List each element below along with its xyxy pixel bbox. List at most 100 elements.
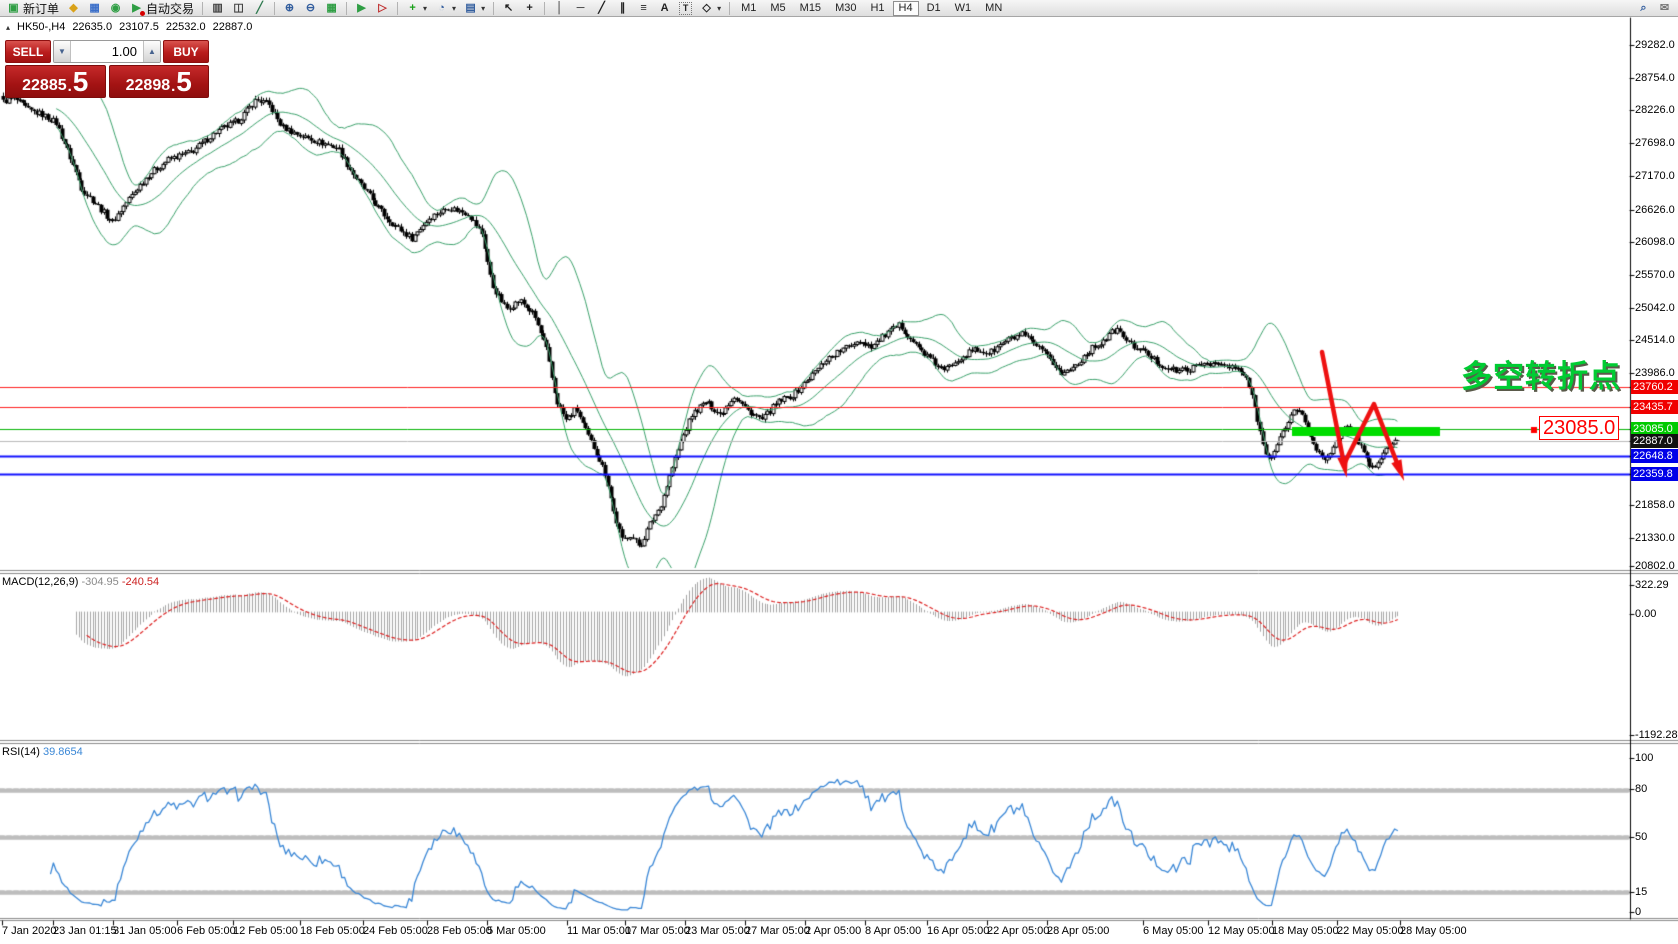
price-tick: 25042.0: [1635, 302, 1675, 314]
buy-price-dot: .: [171, 78, 176, 95]
periods-button[interactable]: ◔ ▾: [432, 1, 459, 16]
timeframe-M15-button[interactable]: M15: [794, 1, 827, 16]
time-tick-label: 18 Feb 05:00: [300, 925, 365, 937]
rsi-label: RSI(14) 39.8654: [2, 746, 83, 758]
price-tick: 27698.0: [1635, 137, 1675, 149]
chat-button[interactable]: ✉: [1655, 1, 1674, 16]
arrows-button[interactable]: ◇ ▾: [697, 1, 724, 16]
time-tick-label: 22 Apr 05:00: [987, 925, 1050, 937]
time-tick-label: 28 May 05:00: [1400, 925, 1467, 937]
volume-increase-button[interactable]: [143, 41, 160, 62]
templates-icon: ▤: [465, 1, 476, 14]
price-tick: 25570.0: [1635, 269, 1675, 281]
time-tick-label: 23 Jan 01:15: [53, 925, 117, 937]
timeframe-D1-button[interactable]: D1: [921, 1, 947, 16]
timeframe-H4-button[interactable]: H4: [892, 0, 919, 16]
price-level-label: 23435.7: [1631, 400, 1678, 414]
zoom-in-icon: ⊕: [284, 1, 295, 14]
timeframe-M1-button[interactable]: M1: [735, 1, 762, 16]
channel-button[interactable]: ∥: [613, 1, 632, 16]
timeframe-W1-button[interactable]: W1: [949, 1, 978, 16]
sell-price-int: 22885: [22, 77, 67, 94]
price-callout[interactable]: 23085.0: [1539, 416, 1620, 440]
price-tick: 322.29: [1635, 579, 1669, 591]
fibonacci-button[interactable]: ≡: [634, 1, 653, 16]
text-icon: A: [660, 1, 669, 14]
time-tick-label: 2 Apr 05:00: [805, 925, 862, 937]
tile-windows-button[interactable]: ▦: [322, 1, 341, 16]
buy-button[interactable]: BUY: [163, 40, 209, 63]
metaeditor-button[interactable]: ◆: [64, 1, 83, 16]
price-tick: 28754.0: [1635, 72, 1675, 84]
autotrading-button[interactable]: ▶ 自动交易: [127, 1, 197, 16]
price-tick: 26626.0: [1635, 204, 1675, 216]
trendline-button[interactable]: ╱: [592, 1, 611, 16]
price-level-label: 23760.2: [1631, 380, 1678, 394]
price-tick: 80: [1635, 783, 1648, 795]
bars-chart-button[interactable]: ▥: [208, 1, 227, 16]
vertical-line-button[interactable]: │: [550, 1, 569, 16]
price-chart-canvas[interactable]: [0, 0, 1678, 944]
candlestick-chart-button[interactable]: ◫: [229, 1, 248, 16]
line-chart-icon: ╱: [256, 1, 263, 14]
timeframe-M30-button[interactable]: M30: [829, 1, 862, 16]
chart-shift-icon: ▷: [378, 1, 387, 14]
text-label-icon: T: [679, 1, 693, 15]
crosshair-button[interactable]: +: [520, 1, 539, 16]
ohlc-close: 22887.0: [212, 21, 253, 33]
buy-price[interactable]: 22898. 5: [108, 65, 209, 98]
sell-button[interactable]: SELL: [5, 40, 51, 63]
one-click-trading-panel: SELL BUY 22885.5 22898.5: [5, 40, 209, 98]
time-tick-label: 11 Mar 05:00: [567, 925, 632, 937]
price-tick: 21858.0: [1635, 499, 1675, 511]
sell-price[interactable]: 22885. 5: [5, 65, 106, 98]
terminal-button[interactable]: ▦: [85, 1, 104, 16]
sell-price-dot: .: [67, 78, 72, 95]
price-level-label: 22648.8: [1631, 449, 1678, 463]
time-tick-label: 12 May 05:00: [1208, 925, 1275, 937]
horizontal-line-button[interactable]: ─: [571, 1, 590, 16]
timeframe-MN-button[interactable]: MN: [979, 1, 1008, 16]
candlestick-chart-icon: ◫: [233, 1, 244, 14]
cursor-button[interactable]: ↖: [499, 1, 518, 16]
indicators-button[interactable]: + ▾: [403, 1, 430, 16]
mt4-window: ▣ 新订单 ◆ ▦ ◉ ▶ 自动交易 ▥ ◫ ╱ ⊕ ⊖ ▦ ▶ ▷ + ▾ ◔ ▾ ▤ ▾ ↖ + │ ─ ╱ ∥ ≡ A T ◇ ▾ M1 M…: [0, 0, 1678, 944]
line-chart-button[interactable]: ╱: [250, 1, 269, 16]
chart-title: ▴ HK50-,H4 22635.0 23107.5 22532.0 22887…: [6, 21, 252, 33]
time-tick-label: 8 Apr 05:00: [865, 925, 922, 937]
cursor-icon: ↖: [503, 1, 514, 14]
price-tick: 27170.0: [1635, 170, 1675, 182]
timeframe-H1-button[interactable]: H1: [864, 1, 890, 16]
price-tick: 100: [1635, 752, 1654, 764]
market-watch-button[interactable]: ◉: [106, 1, 125, 16]
volume-box: [53, 40, 161, 63]
price-tick: 21330.0: [1635, 532, 1675, 544]
price-level-label: 22887.0: [1631, 434, 1678, 448]
fibonacci-icon: ≡: [640, 1, 647, 14]
text-label-button[interactable]: T: [676, 1, 695, 16]
toolbar-separator: [274, 1, 276, 15]
chart-shift-button[interactable]: ▷: [373, 1, 392, 16]
time-tick-label: 24 Feb 05:00: [363, 925, 428, 937]
search-button[interactable]: ⌕: [1634, 1, 1653, 16]
zoom-out-button[interactable]: ⊖: [301, 1, 320, 16]
auto-scroll-button[interactable]: ▶: [352, 1, 371, 16]
templates-button[interactable]: ▤ ▾: [461, 1, 488, 16]
time-tick-label: 17 Mar 05:00: [625, 925, 690, 937]
volume-decrease-button[interactable]: [54, 41, 71, 62]
time-tick-label: 18 May 05:00: [1272, 925, 1339, 937]
new-order-button[interactable]: ▣ 新订单: [4, 1, 62, 16]
chart-symbol-label: HK50-,H4: [17, 21, 66, 33]
text-button[interactable]: A: [655, 1, 674, 16]
zoom-in-button[interactable]: ⊕: [280, 1, 299, 16]
search-icon: ⌕: [1640, 1, 1647, 14]
trendline-icon: ╱: [598, 1, 605, 14]
ohlc-high: 23107.5: [119, 21, 159, 33]
autotrading-label: 自动交易: [146, 1, 195, 16]
market-watch-icon: ◉: [110, 1, 121, 14]
zoom-out-icon: ⊖: [305, 1, 316, 14]
indicators-icon: +: [409, 1, 416, 14]
timeframe-M5-button[interactable]: M5: [764, 1, 791, 16]
annotation-text[interactable]: 多空转折点: [1461, 351, 1621, 396]
volume-input[interactable]: [71, 41, 143, 62]
